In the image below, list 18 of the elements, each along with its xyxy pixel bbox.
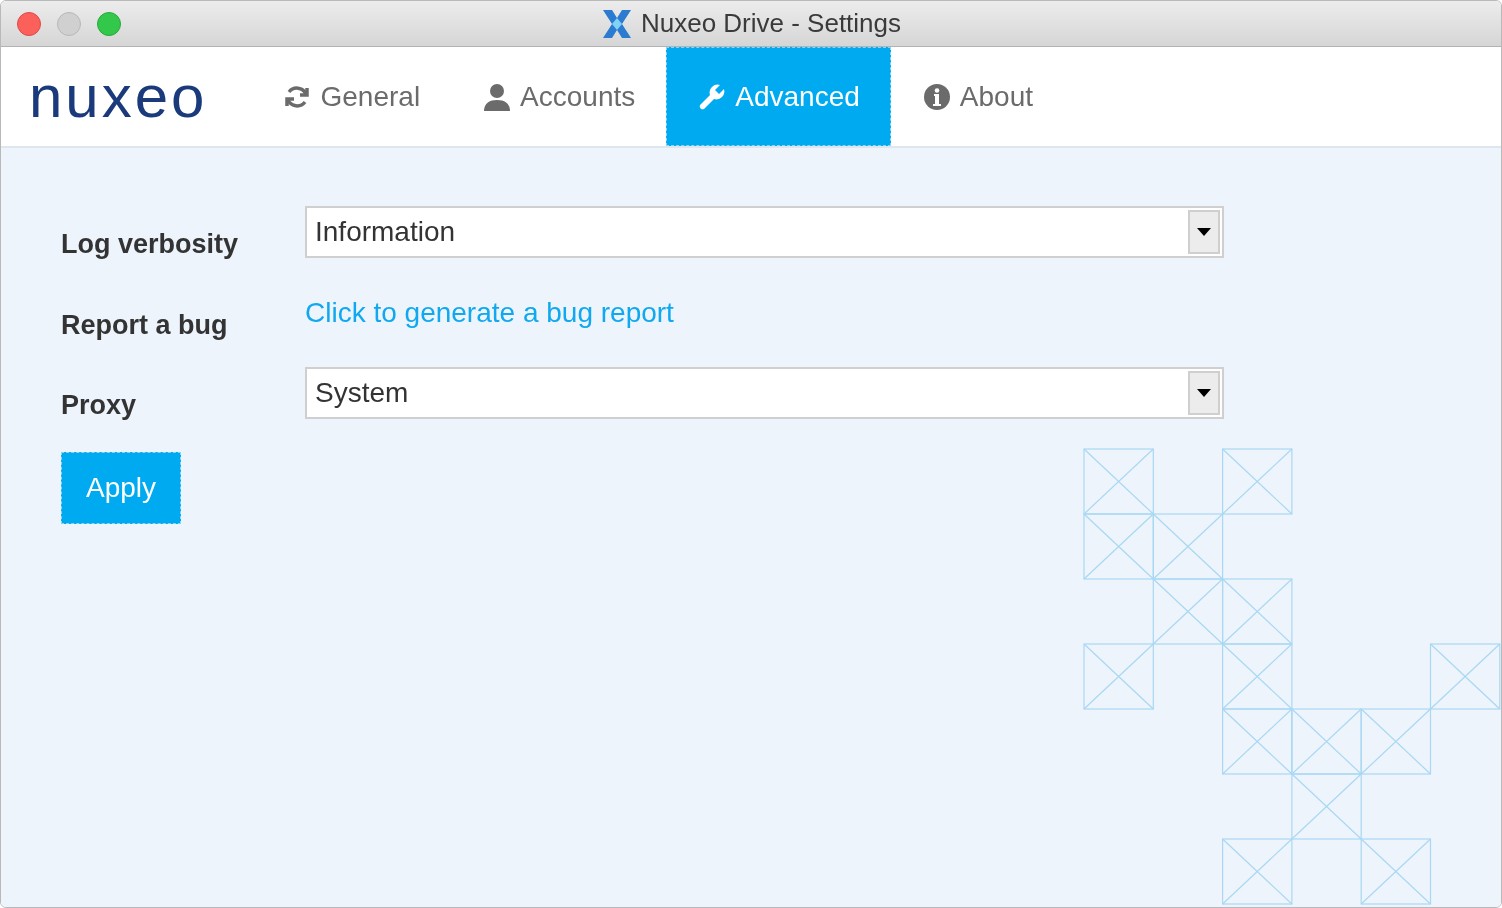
window-title: Nuxeo Drive - Settings [640,7,902,40]
setting-label: Proxy [61,389,138,422]
tab[interactable]: General [251,47,452,146]
caret-icon [1197,228,1211,236]
app-icon [600,7,633,40]
setting-label: Report a bug [61,308,229,342]
caret-icon [1197,389,1211,397]
logo: nuxeo [29,66,208,127]
info-icon [921,81,952,112]
minimize-icon[interactable] [57,12,81,36]
setting-label: Log verbosity [61,228,240,261]
dropdown[interactable]: Information [305,206,1224,258]
close-icon[interactable] [17,12,41,36]
tab[interactable]: Accounts [451,47,667,146]
dropdown[interactable]: System [305,367,1224,419]
person-icon [482,81,513,112]
tab[interactable]: About [890,47,1064,146]
zoom-icon[interactable] [97,12,121,36]
